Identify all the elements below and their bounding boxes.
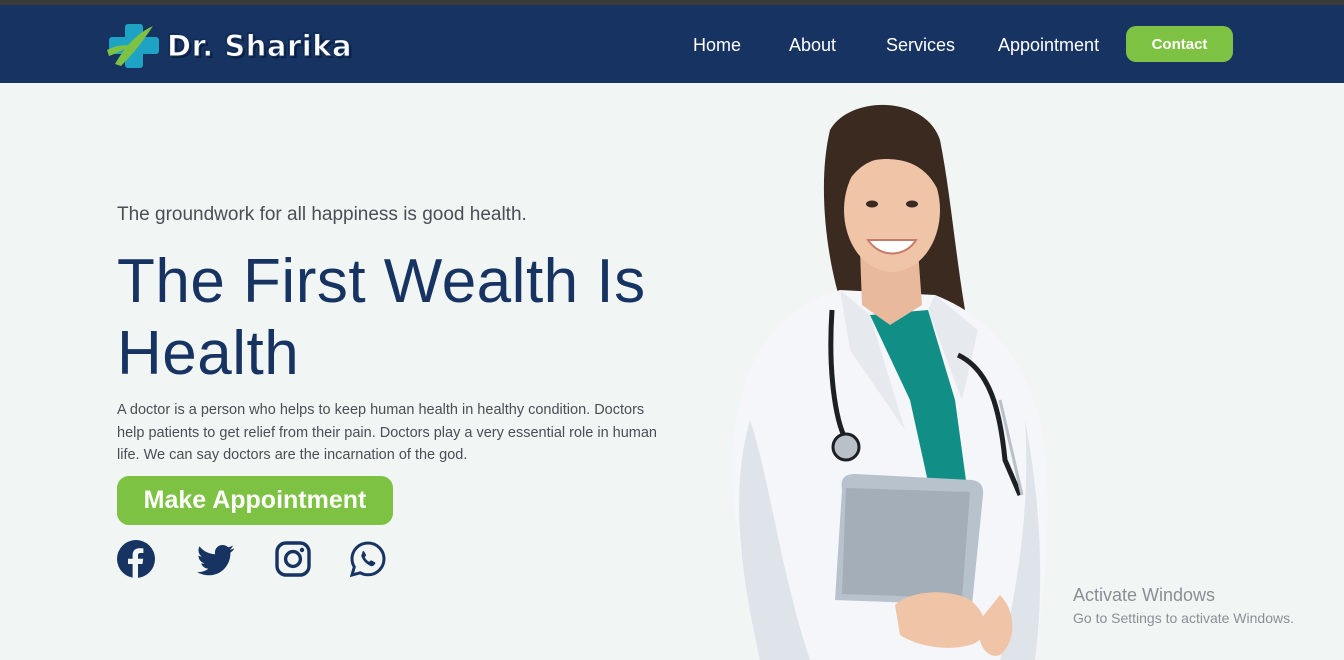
instagram-icon[interactable] [274, 540, 312, 578]
medical-cross-icon [105, 20, 163, 72]
facebook-icon[interactable] [117, 540, 155, 578]
nav-home[interactable]: Home [693, 35, 741, 56]
brand-logo[interactable]: Dr. Sharika [105, 20, 355, 72]
brand-name: Dr. Sharika [166, 29, 353, 64]
hero-description: A doctor is a person who helps to keep h… [117, 402, 657, 463]
doctor-image [700, 100, 1070, 660]
activate-windows-watermark: Activate Windows Go to Settings to activ… [1073, 585, 1294, 626]
watermark-title: Activate Windows [1073, 585, 1216, 605]
hero-tagline: The groundwork for all happiness is good… [117, 204, 527, 225]
nav-services[interactable]: Services [886, 35, 955, 56]
nav-about[interactable]: About [789, 35, 836, 56]
watermark-subtitle: Go to Settings to activate Windows. [1073, 610, 1294, 626]
contact-button[interactable]: Contact [1126, 26, 1233, 62]
hero-title: The First Wealth Is Health [117, 247, 646, 388]
twitter-icon[interactable] [196, 540, 235, 578]
whatsapp-icon[interactable] [349, 540, 387, 578]
make-appointment-button[interactable]: Make Appointment [117, 476, 393, 525]
nav-appointment[interactable]: Appointment [998, 35, 1099, 56]
